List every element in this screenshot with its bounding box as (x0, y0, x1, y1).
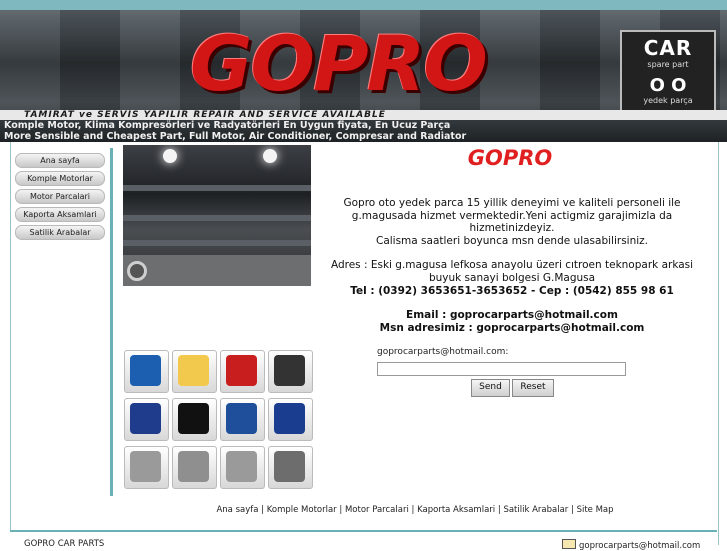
hours-text: Calisma saatleri boyunca msn dende ulasa… (375, 234, 649, 247)
reset-button[interactable]: Reset (512, 379, 554, 397)
footer-link[interactable]: Satilik Arabalar (503, 505, 568, 515)
form-label: goprocarparts@hotmail.com: (377, 347, 509, 357)
phone-text: Tel : (0392) 3653651-3653652 - Cep : (05… (350, 284, 674, 297)
shelf (123, 240, 311, 246)
sidebar-item-motor-parcalari[interactable]: Motor Parcalari (15, 189, 105, 204)
peugeot-logo-icon (130, 403, 161, 434)
nav-separator: | (408, 505, 418, 515)
bmw-logo-tile[interactable] (124, 350, 169, 393)
footer-link[interactable]: Kaporta Aksamlari (417, 505, 495, 515)
bmw-logo-icon (130, 355, 161, 386)
sidebar-divider (110, 148, 113, 496)
footer-link[interactable]: Komple Motorlar (267, 505, 337, 515)
envelope-icon (562, 539, 576, 549)
garage-photo (123, 145, 311, 286)
company-info: Gopro oto yedek parca 15 yillik deneyimi… (325, 197, 699, 334)
company-name: GOPRO CAR PARTS (24, 539, 105, 549)
badge-top-text: CAR (643, 36, 693, 60)
mercedes-logo-icon (130, 451, 161, 482)
bottom-email[interactable]: goprocarparts@hotmail.com (562, 539, 700, 551)
address-text: Adres : Eski g.magusa lefkosa anayolu üz… (330, 259, 694, 284)
top-strip (0, 0, 727, 10)
citroen-logo-icon (226, 355, 257, 386)
toyota-logo-icon (226, 451, 257, 482)
fiat-logo-tile[interactable] (220, 398, 265, 441)
footer-link[interactable]: Ana sayfa (216, 505, 258, 515)
mazda-logo-tile[interactable] (172, 398, 217, 441)
mazda-logo-icon (178, 403, 209, 434)
volkswagen-logo-icon (274, 451, 305, 482)
sidebar-item-komple-motorlar[interactable]: Komple Motorlar (15, 171, 105, 186)
footer-link[interactable]: Motor Parcalari (345, 505, 409, 515)
header-banner: GOPRO CAR spare part O O yedek parça TAM… (0, 10, 727, 142)
citroen-logo-tile[interactable] (220, 350, 265, 393)
brand-logo-text: GOPRO (190, 19, 488, 108)
contact-form: goprocarparts@hotmail.com: Send Reset (377, 347, 627, 397)
nav-separator: | (258, 505, 267, 515)
nissan-logo-tile[interactable] (172, 446, 217, 489)
ford-logo-icon (274, 403, 305, 434)
sidebar-item-kaporta-aksamlari[interactable]: Kaporta Aksamlari (15, 207, 105, 222)
tagline-turkish: Komple Motor, Klima Kompresörleri ve Rad… (4, 120, 451, 131)
bottom-email-text: goprocarparts@hotmail.com (579, 541, 701, 551)
bottom-bar: GOPRO CAR PARTS goprocarparts@hotmail.co… (10, 530, 717, 551)
send-button[interactable]: Send (471, 379, 510, 397)
service-ribbon: TAMIRAT ve SERVIS YAPILIR REPAIR AND SER… (0, 110, 727, 120)
footer-nav: Ana sayfa | Komple Motorlar | Motor Parc… (120, 505, 710, 515)
msn-text: Msn adresimiz : goprocarparts@hotmail.co… (379, 321, 645, 334)
renault-logo-icon (178, 355, 209, 386)
car-spare-part-badge: CAR spare part O O yedek parça (620, 30, 716, 118)
email-text: Email : goprocarparts@hotmail.com (406, 309, 618, 322)
sidebar-nav: Ana sayfa Komple Motorlar Motor Parcalar… (10, 150, 108, 495)
badge-mid-text: O O (649, 75, 687, 96)
ceiling-light (163, 149, 177, 163)
opel-logo-icon (274, 355, 305, 386)
opel-logo-tile[interactable] (268, 350, 313, 393)
garage-floor (123, 255, 311, 286)
shelf (123, 185, 311, 191)
tagline-english: More Sensible and Cheapest Part, Full Mo… (4, 131, 467, 142)
nav-separator: | (568, 505, 577, 515)
shelf (123, 215, 311, 221)
wheel (127, 261, 147, 281)
renault-logo-tile[interactable] (172, 350, 217, 393)
volkswagen-logo-tile[interactable] (268, 446, 313, 489)
footer-link[interactable]: Site Map (577, 505, 614, 515)
peugeot-logo-tile[interactable] (124, 398, 169, 441)
ford-logo-tile[interactable] (268, 398, 313, 441)
fiat-logo-icon (226, 403, 257, 434)
message-input[interactable] (377, 362, 626, 376)
badge-sub-text: spare part (647, 60, 689, 69)
sidebar-item-ana-sayfa[interactable]: Ana sayfa (15, 153, 105, 168)
toyota-logo-tile[interactable] (220, 446, 265, 489)
intro-text: Gopro oto yedek parca 15 yillik deneyimi… (343, 197, 681, 235)
sidebar-item-satilik-arabalar[interactable]: Satilik Arabalar (15, 225, 105, 240)
badge-bottom-text: yedek parça (643, 96, 693, 105)
page-title: GOPRO (467, 146, 553, 170)
ceiling-light (263, 149, 277, 163)
mercedes-logo-tile[interactable] (124, 446, 169, 489)
nissan-logo-icon (178, 451, 209, 482)
nav-separator: | (336, 505, 345, 515)
